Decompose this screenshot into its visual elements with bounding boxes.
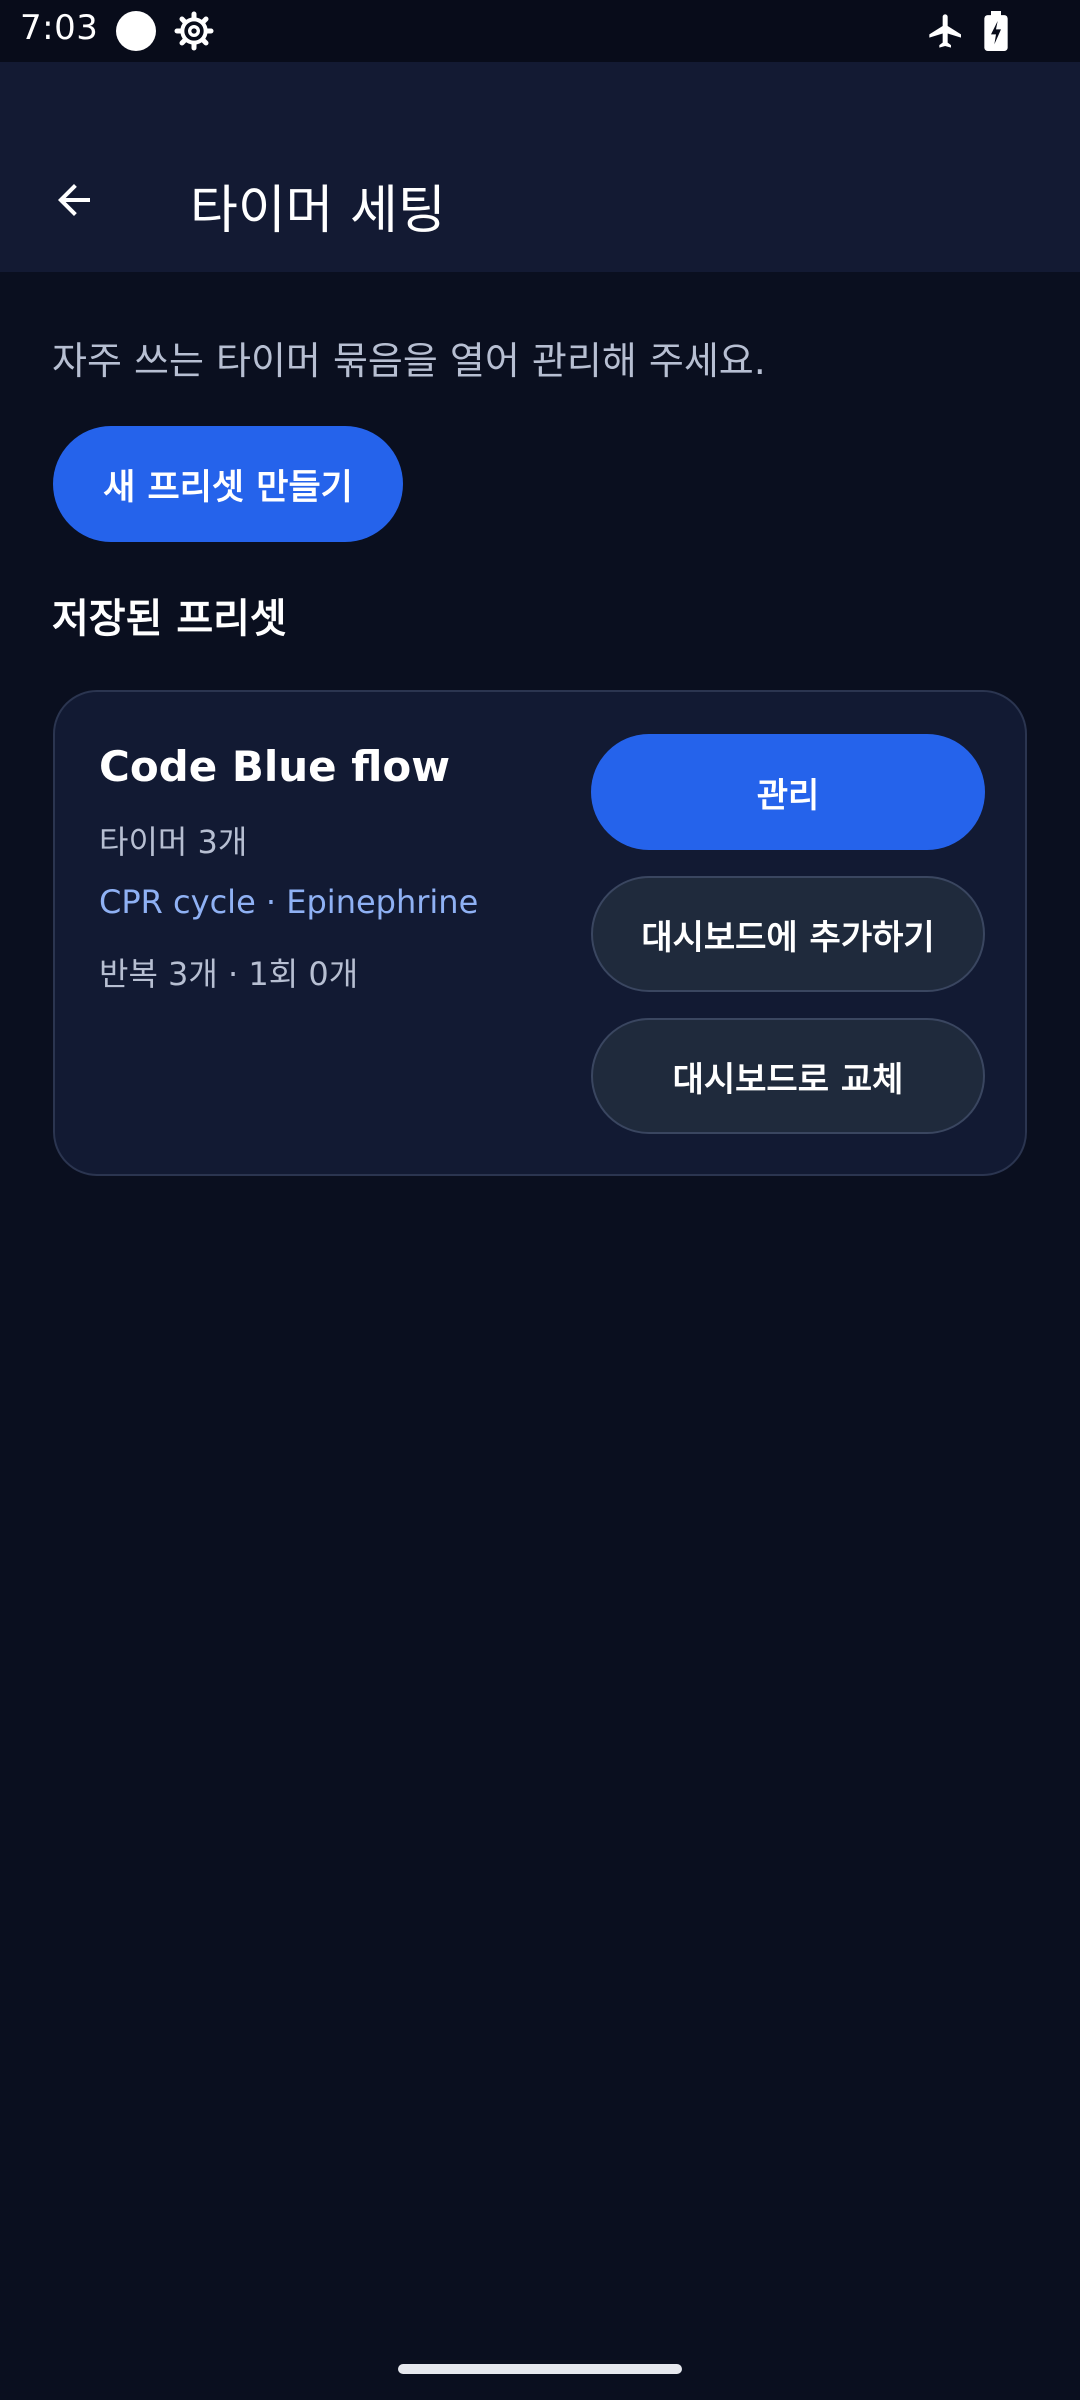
new-preset-button[interactable]: 새 프리셋 만들기 — [53, 426, 403, 542]
saved-presets-heading: 저장된 프리셋 — [52, 596, 287, 642]
page-subtitle: 자주 쓰는 타이머 묶음을 열어 관리해 주세요. — [52, 339, 766, 383]
status-bar: 7:03 — [0, 0, 1080, 62]
battery-charging-icon — [984, 11, 1008, 51]
back-button[interactable] — [40, 166, 108, 234]
status-time: 7:03 — [20, 8, 99, 48]
arrow-left-icon — [58, 184, 90, 216]
preset-title: Code Blue flow — [99, 742, 451, 791]
preset-card: Code Blue flow 타이머 3개 CPR cycle · Epinep… — [53, 690, 1027, 1176]
add-to-dashboard-button[interactable]: 대시보드에 추가하기 — [591, 876, 985, 992]
add-to-dashboard-label: 대시보드에 추가하기 — [641, 917, 935, 958]
preset-repeat-detail: 반복 3개 · 1회 0개 — [99, 955, 359, 993]
home-indicator[interactable] — [398, 2364, 682, 2374]
new-preset-label: 새 프리셋 만들기 — [103, 467, 353, 508]
page-title: 타이머 세팅 — [190, 181, 446, 241]
replace-dashboard-button[interactable]: 대시보드로 교체 — [591, 1018, 985, 1134]
airplane-icon — [929, 14, 961, 48]
replace-dashboard-label: 대시보드로 교체 — [672, 1059, 904, 1100]
preset-timer-count: 타이머 3개 — [99, 823, 248, 861]
manage-label: 관리 — [756, 775, 820, 816]
manage-button[interactable]: 관리 — [591, 734, 985, 850]
gear-icon — [174, 11, 214, 51]
circle-icon — [116, 11, 156, 51]
app-bar: 타이머 세팅 — [0, 62, 1080, 272]
preset-timer-names: CPR cycle · Epinephrine — [99, 883, 479, 921]
